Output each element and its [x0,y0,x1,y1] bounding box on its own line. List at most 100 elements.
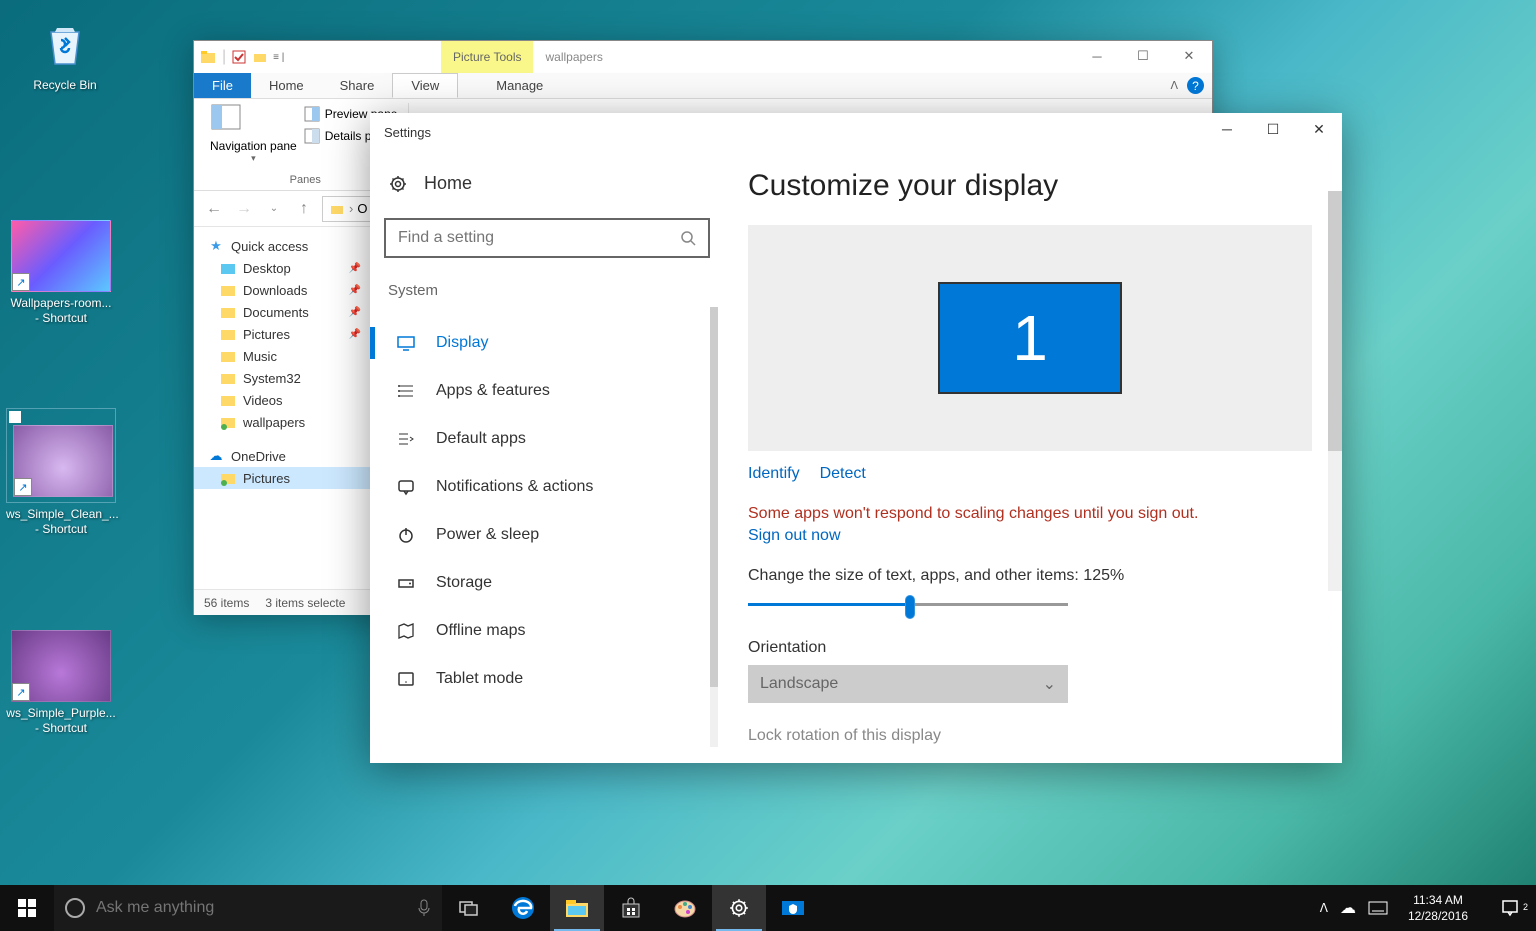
share-tab[interactable]: Share [322,73,393,98]
search-input[interactable] [384,218,710,258]
picture-tools-tab[interactable]: Picture Tools [441,41,533,73]
minimize-button[interactable]: ─ [1204,113,1250,145]
manage-tab[interactable]: Manage [478,73,561,98]
desktop-icon-wallpapers-room[interactable]: ↗ Wallpapers-room...- Shortcut [6,220,116,326]
desktop-icon-recycle-bin[interactable]: Recycle Bin [10,10,120,93]
maximize-button[interactable]: ☐ [1250,113,1296,145]
folder-icon [220,370,236,386]
onedrive-tray-icon[interactable]: ☁ [1340,898,1356,918]
sidebar-item-tablet[interactable]: Tablet mode [384,655,710,703]
file-tab[interactable]: File [194,73,251,98]
folder-small-icon[interactable] [252,49,268,65]
action-center-button[interactable]: 2 [1488,898,1532,918]
detect-link[interactable]: Detect [820,465,866,483]
view-tab[interactable]: View [392,73,458,98]
maximize-button[interactable]: ☐ [1120,41,1166,71]
orientation-dropdown[interactable]: Landscape ⌄ [748,665,1068,703]
close-button[interactable]: ✕ [1296,113,1342,145]
taskbar-app-security[interactable] [766,885,820,931]
pin-icon: 📌 [349,285,361,296]
home-tab[interactable]: Home [251,73,322,98]
customize-toolbar-icon[interactable]: ≡ | [273,52,284,63]
sidebar-scrollbar[interactable] [710,307,718,747]
sidebar-item-apps[interactable]: Apps & features [384,367,710,415]
nav-downloads[interactable]: Downloads📌 [194,279,371,301]
nav-desktop[interactable]: Desktop📌 [194,257,371,279]
explorer-nav-pane: ★Quick access Desktop📌 Downloads📌 Docume… [194,227,372,589]
mic-icon[interactable] [416,898,432,918]
back-button[interactable]: ← [202,197,226,221]
tablet-icon [396,669,416,689]
clock[interactable]: 11:34 AM 12/28/2016 [1400,892,1476,924]
taskbar-app-paint[interactable] [658,885,712,931]
display-arrangement[interactable]: 1 [748,225,1312,451]
sidebar-item-power[interactable]: Power & sleep [384,511,710,559]
checkbox-icon[interactable] [9,411,21,423]
default-apps-icon [396,429,416,449]
explorer-titlebar[interactable]: | ≡ | Picture Tools wallpapers ─ ☐ ✕ [194,41,1212,73]
search-icon [680,230,696,246]
recent-button[interactable]: ⌄ [262,197,286,221]
navigation-pane-button[interactable]: Navigation pane ▾ [210,103,297,164]
minimize-button[interactable]: ─ [1074,41,1120,71]
sign-out-link[interactable]: Sign out now [748,527,1312,545]
desktop-icon-simple-clean[interactable]: ↗ ws_Simple_Clean_...- Shortcut [6,408,116,537]
collapse-ribbon-icon[interactable]: ᐱ [1170,79,1178,92]
main-scrollbar[interactable] [1328,191,1342,591]
gear-icon [388,174,408,194]
sidebar-item-storage[interactable]: Storage [384,559,710,607]
sidebar-item-display[interactable]: Display [384,319,710,367]
sidebar-item-maps[interactable]: Offline maps [384,607,710,655]
nav-quick-access[interactable]: ★Quick access [194,235,371,257]
taskbar-app-explorer[interactable] [550,885,604,931]
nav-system32[interactable]: System32 [194,367,371,389]
nav-onedrive[interactable]: ☁OneDrive [194,445,371,467]
pin-icon: 📌 [349,307,361,318]
monitor-tile[interactable]: 1 [938,282,1122,394]
close-button[interactable]: ✕ [1166,41,1212,71]
keyboard-tray-icon[interactable] [1368,901,1388,915]
nav-onedrive-pictures[interactable]: Pictures [194,467,371,489]
tray-overflow-icon[interactable]: ᐱ [1320,901,1328,915]
taskbar-app-store[interactable] [604,885,658,931]
identify-link[interactable]: Identify [748,465,800,483]
taskbar-app-edge[interactable] [496,885,550,931]
forward-button[interactable]: → [232,197,256,221]
slider-thumb[interactable] [905,595,915,619]
nav-documents[interactable]: Documents📌 [194,301,371,323]
task-view-button[interactable] [442,885,496,931]
settings-titlebar[interactable]: Settings ─ ☐ ✕ [370,113,1342,151]
explorer-menubar: File Home Share View Manage ᐱ ? [194,73,1212,99]
nav-music[interactable]: Music [194,345,371,367]
pin-icon: 📌 [349,329,361,340]
help-button[interactable]: ? [1187,77,1204,94]
desktop-icon-label: ws_Simple_Clean_...- Shortcut [6,507,116,537]
recycle-bin-icon [33,10,97,74]
up-button[interactable]: ↑ [292,197,316,221]
taskbar-search[interactable] [54,885,442,931]
taskbar-app-settings[interactable] [712,885,766,931]
chevron-down-icon: ⌄ [1043,674,1056,694]
nav-videos[interactable]: Videos [194,389,371,411]
home-button[interactable]: Home [384,165,710,202]
nav-pictures[interactable]: Pictures📌 [194,323,371,345]
thumbnail-image: ↗ [11,630,111,702]
desktop-icon-simple-purple[interactable]: ↗ ws_Simple_Purple...- Shortcut [6,630,116,736]
properties-icon[interactable] [231,49,247,65]
power-icon [396,525,416,545]
display-icon [396,333,416,353]
onedrive-icon: ☁ [208,448,224,464]
pin-icon: 📌 [349,263,361,274]
folder-icon [220,414,236,430]
nav-wallpapers[interactable]: wallpapers [194,411,371,433]
start-button[interactable] [0,885,54,931]
folder-icon [220,260,236,276]
sidebar-item-notifications[interactable]: Notifications & actions [384,463,710,511]
folder-icon [220,282,236,298]
sidebar-item-default-apps[interactable]: Default apps [384,415,710,463]
folder-icon [220,348,236,364]
settings-sidebar: Home System Display Apps & features Defa… [370,151,724,763]
scale-slider[interactable] [748,595,1068,615]
settings-main: Customize your display 1 Identify Detect… [724,151,1342,763]
star-icon: ★ [208,238,224,254]
